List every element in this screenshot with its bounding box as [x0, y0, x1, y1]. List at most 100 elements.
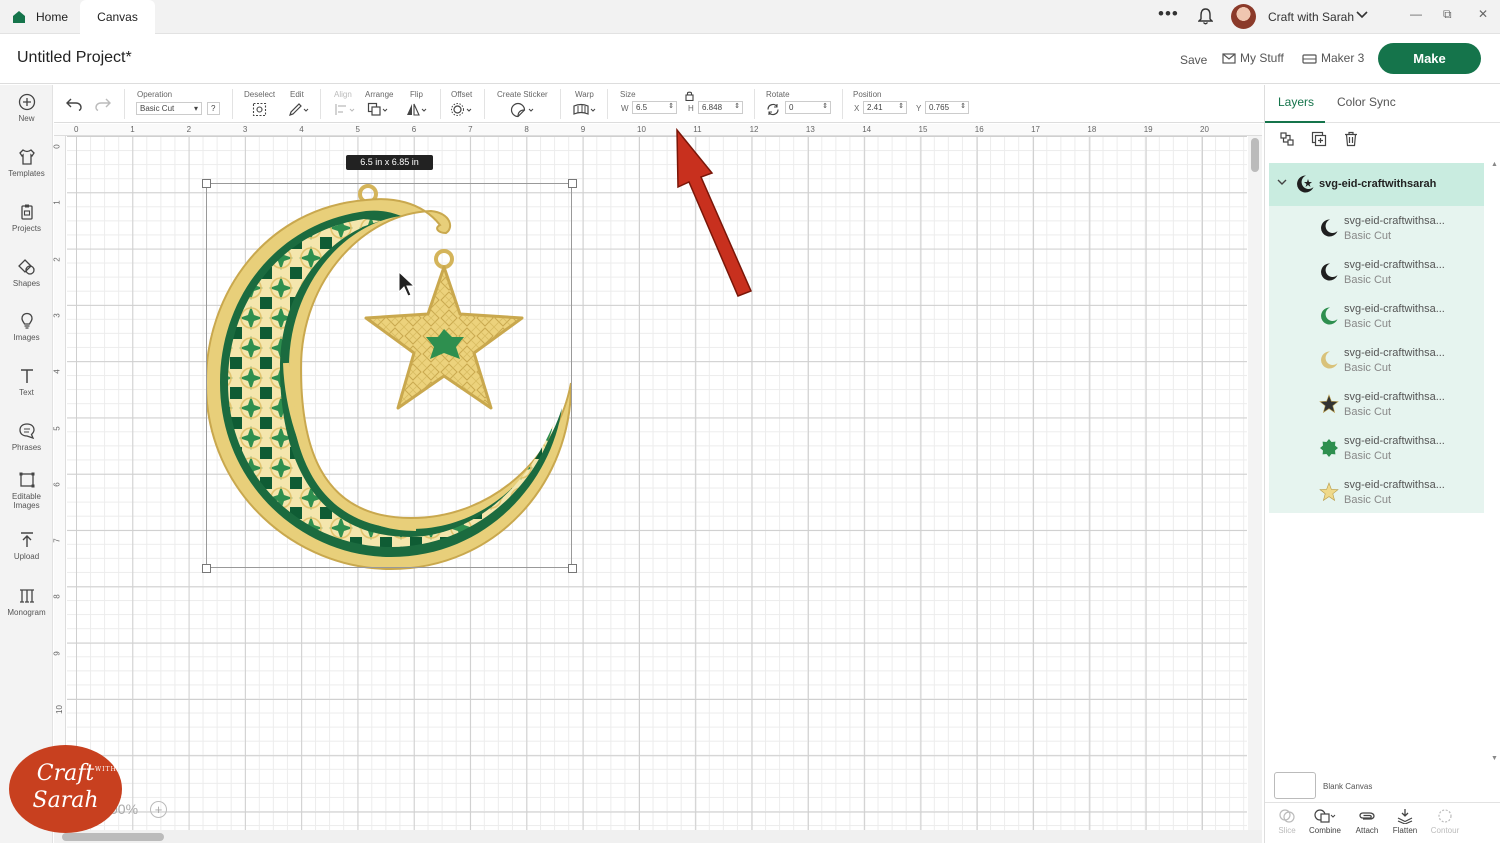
- logo-with: WITH: [95, 766, 117, 773]
- selection-box[interactable]: [206, 183, 572, 568]
- tab-color-sync[interactable]: Color Sync: [1337, 95, 1396, 109]
- resize-handle-bottom-right[interactable]: [568, 564, 577, 573]
- tab-layers[interactable]: Layers: [1278, 95, 1314, 109]
- flip-icon[interactable]: [406, 102, 428, 117]
- layer-row[interactable]: svg-eid-craftwithsa... Basic Cut: [1269, 250, 1484, 294]
- ruler-tick-label: 0: [74, 125, 79, 134]
- canvas-horizontal-scrollbar[interactable]: [54, 830, 1262, 843]
- canvas-vertical-scrollbar[interactable]: [1248, 136, 1262, 830]
- machine-selector[interactable]: Maker 3: [1302, 51, 1364, 65]
- sidebar-item-images[interactable]: Images: [0, 312, 53, 342]
- ruler-tick-label: 19: [1143, 125, 1153, 134]
- blank-canvas-swatch[interactable]: [1274, 772, 1316, 799]
- layer-operation: Basic Cut: [1344, 406, 1392, 418]
- deselect-icon[interactable]: [252, 102, 267, 117]
- rotate-input[interactable]: 0 ⇕: [785, 101, 831, 114]
- tab-home[interactable]: Home: [0, 0, 80, 34]
- layer-row[interactable]: svg-eid-craftwithsa... Basic Cut: [1269, 470, 1484, 514]
- clipboard-icon: [20, 204, 33, 220]
- toolbar-divider: [484, 89, 485, 119]
- attach-button[interactable]: Attach: [1347, 808, 1387, 835]
- ruler-tick-label: 10: [54, 705, 64, 714]
- ruler-tick-label: 16: [974, 125, 984, 134]
- ruler-tick-label: 1: [130, 125, 135, 134]
- trash-icon[interactable]: [1343, 131, 1359, 147]
- sidebar-item-text[interactable]: Text: [0, 367, 53, 397]
- bell-icon[interactable]: [1198, 8, 1213, 25]
- sidebar-item-label: New: [18, 114, 35, 123]
- layer-name: svg-eid-craftwithsa...: [1344, 435, 1445, 447]
- toolbar-divider: [440, 89, 441, 119]
- scrollbar-thumb[interactable]: [62, 833, 164, 841]
- sidebar-item-upload[interactable]: Upload: [0, 531, 53, 561]
- sidebar-item-phrases[interactable]: Phrases: [0, 422, 53, 452]
- operation-help-button[interactable]: ?: [207, 102, 220, 115]
- account-name[interactable]: Craft with Sarah: [1268, 10, 1354, 24]
- height-value: 6.848: [702, 103, 723, 112]
- sidebar-item-editable-images[interactable]: Editable Images: [0, 471, 53, 510]
- layer-group-row[interactable]: svg-eid-craftwithsarah: [1269, 163, 1484, 206]
- rotate-value: 0: [789, 103, 794, 112]
- more-options-icon[interactable]: •••: [1158, 4, 1179, 24]
- project-title[interactable]: Untitled Project*: [17, 49, 132, 67]
- layer-row[interactable]: svg-eid-craftwithsa... Basic Cut: [1269, 206, 1484, 250]
- sticker-icon[interactable]: [510, 102, 536, 118]
- sidebar-item-label: Phrases: [11, 443, 42, 452]
- resize-handle-bottom-left[interactable]: [202, 564, 211, 573]
- height-input[interactable]: 6.848 ⇕: [698, 101, 743, 114]
- lock-icon[interactable]: [685, 90, 694, 101]
- group-icon[interactable]: [1279, 131, 1295, 147]
- minimize-button[interactable]: —: [1410, 7, 1422, 21]
- pencil-icon[interactable]: [288, 102, 310, 117]
- zoom-in-button[interactable]: +: [150, 801, 167, 818]
- operation-select[interactable]: Basic Cut ▾: [136, 102, 202, 115]
- contour-button[interactable]: Contour: [1425, 808, 1465, 835]
- flatten-button[interactable]: Flatten: [1385, 808, 1425, 835]
- redo-icon[interactable]: [95, 97, 111, 111]
- chevron-down-icon[interactable]: [1277, 177, 1287, 187]
- layer-row[interactable]: svg-eid-craftwithsa... Basic Cut: [1269, 338, 1484, 382]
- tab-canvas[interactable]: Canvas: [80, 0, 155, 34]
- offset-icon[interactable]: [450, 102, 474, 117]
- make-button[interactable]: Make: [1378, 43, 1481, 74]
- scrollbar-thumb[interactable]: [1251, 138, 1259, 172]
- y-position-input[interactable]: 0.765 ⇕: [925, 101, 969, 114]
- rotate-icon[interactable]: [766, 103, 780, 116]
- tab-home-label: Home: [36, 10, 69, 24]
- chevron-down-icon[interactable]: [1356, 10, 1368, 20]
- star-layer-icon: [1319, 394, 1339, 414]
- upload-icon: [20, 532, 33, 547]
- slice-button[interactable]: Slice: [1267, 808, 1307, 835]
- sidebar-item-templates[interactable]: Templates: [0, 148, 53, 178]
- arrange-icon[interactable]: [367, 102, 389, 117]
- undo-icon[interactable]: [66, 97, 82, 111]
- save-button[interactable]: Save: [1180, 53, 1207, 67]
- combine-button[interactable]: Combine: [1305, 808, 1345, 835]
- align-icon[interactable]: [334, 102, 356, 117]
- close-button[interactable]: ✕: [1478, 7, 1488, 21]
- slice-label: Slice: [1278, 826, 1296, 835]
- x-position-value: 2.41: [867, 103, 883, 112]
- layer-row[interactable]: svg-eid-craftwithsa... Basic Cut: [1269, 294, 1484, 338]
- machine-label: Maker 3: [1321, 51, 1365, 65]
- sidebar-item-shapes[interactable]: Shapes: [0, 258, 53, 288]
- ruler-left: 0 1 2 3 4 5 6 7 8 9 10: [53, 136, 66, 830]
- maximize-button[interactable]: ⧉: [1443, 7, 1452, 22]
- resize-handle-top-right[interactable]: [568, 179, 577, 188]
- avatar[interactable]: [1231, 4, 1256, 29]
- resize-handle-top-left[interactable]: [202, 179, 211, 188]
- my-stuff-button[interactable]: My Stuff: [1222, 51, 1284, 65]
- layer-row[interactable]: svg-eid-craftwithsa... Basic Cut: [1269, 382, 1484, 426]
- layer-operation: Basic Cut: [1344, 230, 1392, 242]
- panel-scroll-down[interactable]: ▼: [1491, 755, 1498, 762]
- duplicate-icon[interactable]: [1311, 131, 1327, 147]
- sidebar-item-new[interactable]: New: [0, 93, 53, 123]
- width-input[interactable]: 6.5 ⇕: [632, 101, 677, 114]
- warp-icon[interactable]: [572, 102, 598, 117]
- sidebar-item-monogram[interactable]: Monogram: [0, 587, 53, 617]
- x-position-input[interactable]: 2.41 ⇕: [863, 101, 907, 114]
- sidebar-item-label: Monogram: [7, 608, 46, 617]
- sidebar-item-projects[interactable]: Projects: [0, 203, 53, 233]
- layer-row[interactable]: svg-eid-craftwithsa... Basic Cut: [1269, 426, 1484, 470]
- panel-scroll-up[interactable]: ▲: [1491, 161, 1498, 168]
